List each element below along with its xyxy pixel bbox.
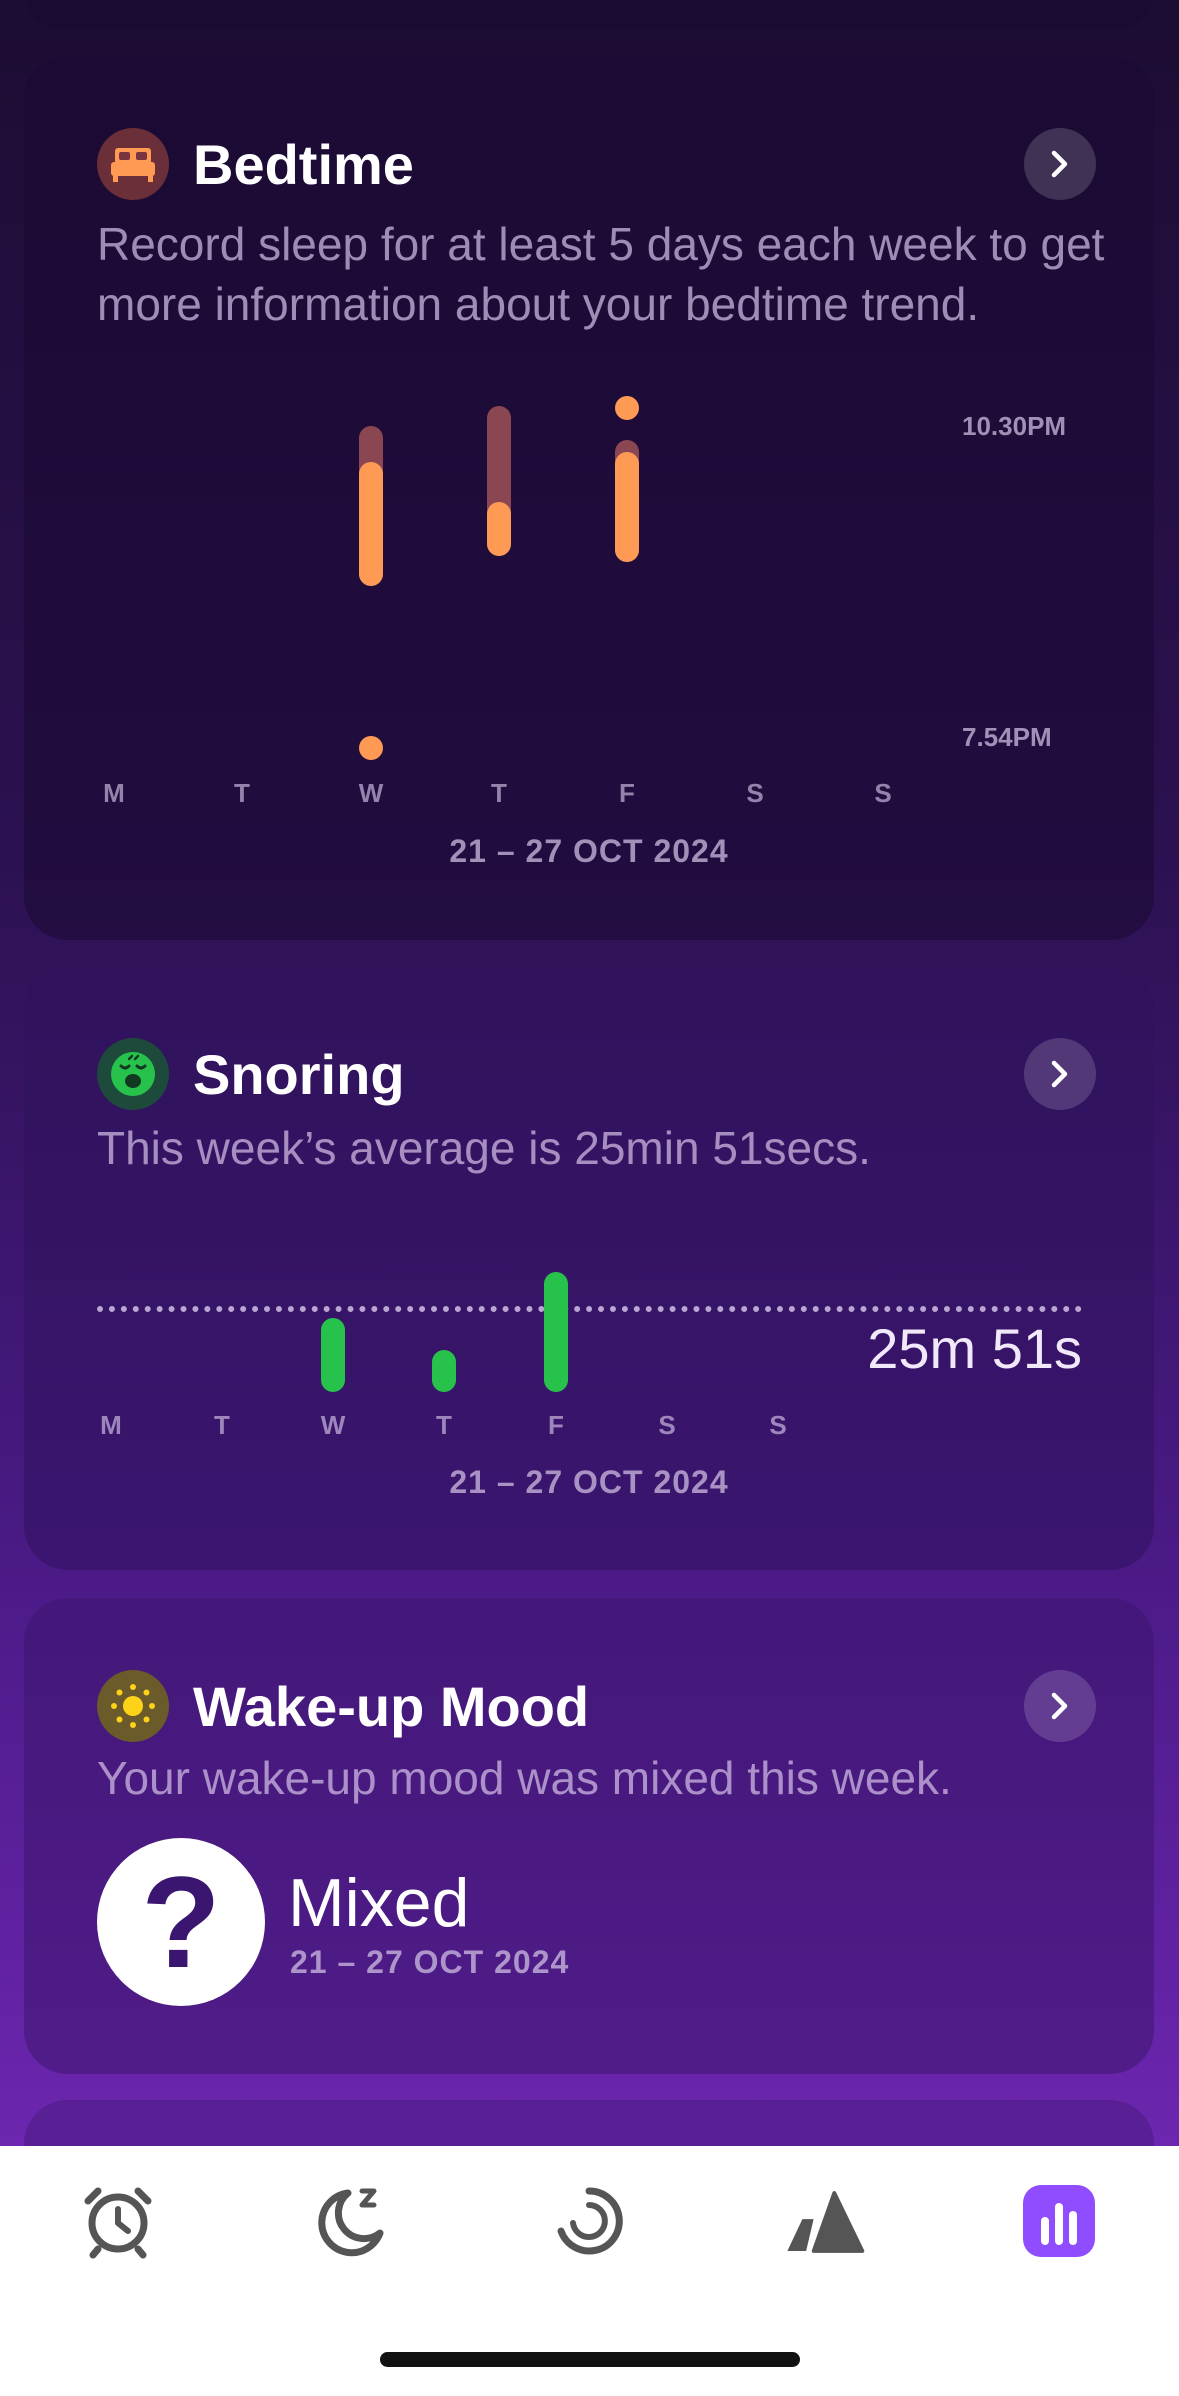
snoring-day-label: W: [320, 1410, 346, 1440]
sound-cone-icon: [787, 2191, 865, 2253]
bedtime-header: Bedtime: [97, 128, 414, 200]
previous-card: [24, 0, 1154, 28]
snoring-average-line: [97, 1306, 1082, 1312]
snoring-average-value: 25m 51s: [867, 1317, 1082, 1380]
mood-date-range: 21 – 27 OCT 2024: [290, 1944, 570, 1980]
bedtime-day-label: M: [103, 778, 125, 808]
progress-ring-icon: [557, 2187, 623, 2255]
alarm-clock-icon: [84, 2187, 152, 2259]
tab-bar: [0, 2146, 1179, 2396]
mood-title: Wake-up Mood: [193, 1674, 590, 1738]
tab-progress[interactable]: [544, 2176, 634, 2266]
bedtime-day-label: S: [746, 778, 764, 808]
bedtime-bar-wed: [359, 462, 383, 586]
snoring-description: This week’s average is 25min 51secs.: [97, 1122, 871, 1174]
chevron-right-icon: [1051, 1060, 1068, 1088]
snoring-bar-wed: [321, 1318, 345, 1392]
snoring-day-label: S: [658, 1410, 676, 1440]
tab-sounds[interactable]: [778, 2176, 868, 2266]
snoring-day-label: T: [214, 1410, 230, 1440]
mood-label: Mixed: [288, 1865, 470, 1941]
snoring-bar-thu: [432, 1350, 456, 1392]
snoring-header: Snoring: [97, 1038, 405, 1110]
snoring-day-label: S: [769, 1410, 787, 1440]
mood-details-button[interactable]: [1024, 1670, 1096, 1742]
snoring-bar-fri: [544, 1272, 568, 1392]
snoring-title: Snoring: [193, 1042, 405, 1106]
tab-alarm[interactable]: [73, 2176, 163, 2266]
bedtime-title: Bedtime: [193, 132, 414, 196]
snoring-date-range: 21 – 27 OCT 2024: [449, 1464, 729, 1500]
snoring-card[interactable]: Snoring This week’s average is 25min 51s…: [24, 966, 1154, 1570]
bedtime-day-label: F: [619, 778, 635, 808]
snoring-day-label: F: [548, 1410, 564, 1440]
home-indicator: [380, 2352, 800, 2367]
tab-sleep[interactable]: [307, 2176, 397, 2266]
bedtime-dot-fri: [615, 396, 639, 420]
snoring-face-icon: [97, 1038, 169, 1110]
bedtime-day-label: W: [358, 778, 384, 808]
snoring-day-label: T: [436, 1410, 452, 1440]
wakeup-mood-card[interactable]: Wake-up Mood Your wake-up mood was mixed…: [24, 1598, 1154, 2074]
bedtime-card[interactable]: Bedtime Record sleep for at least 5 days…: [24, 56, 1154, 940]
bedtime-day-label: T: [491, 778, 507, 808]
statistics-chart-icon: [1023, 2185, 1095, 2257]
mood-description: Your wake-up mood was mixed this week.: [97, 1752, 952, 1804]
bedtime-description: Record sleep for at least 5 days each we…: [97, 218, 1105, 330]
snoring-day-label: M: [100, 1410, 122, 1440]
tab-statistics[interactable]: [1014, 2176, 1104, 2266]
bedtime-date-range: 21 – 27 OCT 2024: [449, 833, 729, 869]
bedtime-details-button[interactable]: [1024, 128, 1096, 200]
bedtime-day-label: T: [234, 778, 250, 808]
sleep-moon-icon: [318, 2188, 384, 2257]
bedtime-y-top-label: 10.30PM: [962, 411, 1067, 441]
bedtime-day-label: S: [874, 778, 892, 808]
chevron-right-icon: [1051, 150, 1068, 178]
snoring-details-button[interactable]: [1024, 1038, 1096, 1110]
sun-icon: [97, 1670, 169, 1742]
bedtime-dot-wed: [359, 736, 383, 760]
chevron-right-icon: [1051, 1692, 1068, 1720]
mood-header: Wake-up Mood: [97, 1670, 589, 1742]
bed-icon: [97, 128, 169, 200]
bedtime-bar-thu: [487, 502, 511, 556]
bedtime-y-bottom-label: 7.54PM: [962, 722, 1052, 752]
bedtime-bar-fri: [615, 452, 639, 562]
mood-question-icon: ?: [97, 1838, 265, 2006]
